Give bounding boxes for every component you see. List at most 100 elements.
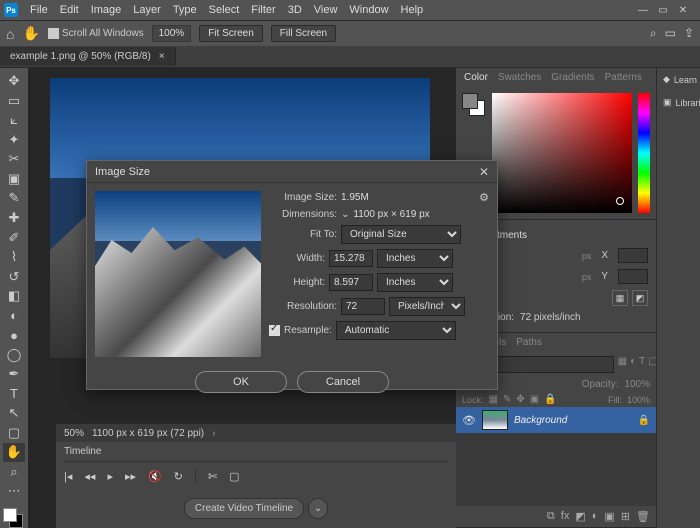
- tab-gradients[interactable]: Gradients: [551, 72, 594, 83]
- dialog-gear-icon[interactable]: ⚙: [479, 191, 489, 204]
- height-unit-select[interactable]: Inches: [377, 273, 453, 292]
- color-picker-field[interactable]: [492, 93, 632, 213]
- crop-tool-icon[interactable]: ✂: [3, 150, 25, 169]
- layer-lock-icon[interactable]: 🔒: [638, 415, 650, 426]
- filter-pixel-icon[interactable]: ▦: [618, 356, 627, 373]
- layer-group-icon[interactable]: ▣: [604, 510, 614, 523]
- height-input[interactable]: [329, 274, 373, 291]
- timeline-split-icon[interactable]: ✄: [208, 470, 217, 483]
- layer-adj-icon[interactable]: ◐: [592, 510, 599, 523]
- layer-row[interactable]: 👁 Background 🔒: [456, 407, 656, 433]
- frame-tool-icon[interactable]: ▣: [3, 170, 25, 189]
- path-tool-icon[interactable]: ↖: [3, 404, 25, 423]
- timeline-mute-icon[interactable]: 🔇: [148, 470, 162, 483]
- width-input[interactable]: [329, 250, 373, 267]
- menu-view[interactable]: View: [308, 4, 344, 16]
- lock-all-icon[interactable]: 🔒: [544, 394, 556, 405]
- eraser-tool-icon[interactable]: ◧: [3, 287, 25, 306]
- color-fg-bg-swatches[interactable]: [462, 93, 486, 117]
- x-input[interactable]: [618, 248, 648, 263]
- type-tool-icon[interactable]: T: [3, 385, 25, 404]
- layer-mask-icon[interactable]: ◩: [575, 510, 585, 523]
- pen-tool-icon[interactable]: ✒: [3, 365, 25, 384]
- layer-trash-icon[interactable]: 🗑: [636, 510, 650, 523]
- dialog-close-icon[interactable]: ✕: [479, 165, 489, 179]
- tab-paths[interactable]: Paths: [516, 337, 542, 348]
- resample-select[interactable]: Automatic: [336, 321, 456, 340]
- shape-tool-icon[interactable]: ▢: [3, 424, 25, 443]
- layer-link-icon[interactable]: ⧉: [547, 510, 555, 523]
- adj-icon-1[interactable]: ▦: [612, 290, 628, 306]
- cancel-button[interactable]: Cancel: [297, 371, 389, 393]
- color-swatches[interactable]: [3, 508, 25, 528]
- menu-filter[interactable]: Filter: [245, 4, 281, 16]
- layer-visibility-icon[interactable]: 👁: [462, 414, 476, 427]
- menu-3d[interactable]: 3D: [282, 4, 308, 16]
- tab-swatches[interactable]: Swatches: [498, 72, 541, 83]
- timeline-type-dropdown-icon[interactable]: ⌄: [308, 498, 328, 519]
- y-input[interactable]: [618, 269, 648, 284]
- width-unit-select[interactable]: Inches: [377, 249, 453, 268]
- ok-button[interactable]: OK: [195, 371, 287, 393]
- move-tool-icon[interactable]: ✥: [3, 72, 25, 91]
- eyedropper-tool-icon[interactable]: ✎: [3, 189, 25, 208]
- workspace-icon[interactable]: ▭: [665, 26, 676, 41]
- menu-file[interactable]: File: [24, 4, 54, 16]
- fit-screen-button[interactable]: Fit Screen: [199, 25, 263, 42]
- edit-toolbar-icon[interactable]: ⋯: [3, 482, 25, 501]
- tab-patterns[interactable]: Patterns: [605, 72, 642, 83]
- document-tab[interactable]: example 1.png @ 50% (RGB/8) ×: [0, 47, 176, 66]
- hand-tool-icon[interactable]: ✋: [22, 25, 39, 42]
- clone-tool-icon[interactable]: ⌇: [3, 248, 25, 267]
- marquee-tool-icon[interactable]: ▭: [3, 92, 25, 111]
- filter-adjust-icon[interactable]: ◐: [630, 356, 636, 373]
- timeline-loop-icon[interactable]: ↻: [174, 470, 183, 483]
- timeline-first-icon[interactable]: |◂: [64, 470, 72, 483]
- fill-screen-button[interactable]: Fill Screen: [271, 25, 336, 42]
- home-icon[interactable]: ⌂: [6, 26, 14, 42]
- window-minimize-icon[interactable]: —: [636, 3, 650, 17]
- lock-artboard-icon[interactable]: ▣: [530, 394, 539, 405]
- lasso-tool-icon[interactable]: ⟀: [3, 111, 25, 130]
- window-close-icon[interactable]: ✕: [676, 3, 690, 17]
- fill-value[interactable]: 100%: [627, 395, 650, 405]
- lock-paint-icon[interactable]: ✎: [503, 394, 511, 405]
- history-brush-icon[interactable]: ↺: [3, 267, 25, 286]
- layer-thumbnail[interactable]: [482, 410, 508, 430]
- hand-tool-icon-side[interactable]: ✋: [3, 443, 25, 462]
- resolution-unit-select[interactable]: Pixels/Inch: [389, 297, 465, 316]
- share-icon[interactable]: ⇪: [684, 26, 694, 41]
- filter-type-icon[interactable]: T: [639, 356, 645, 373]
- scroll-all-checkbox[interactable]: [48, 28, 59, 39]
- resample-checkbox[interactable]: [269, 325, 280, 336]
- fit-to-select[interactable]: Original Size: [341, 225, 461, 244]
- timeline-play-icon[interactable]: ▸: [107, 470, 113, 483]
- menu-image[interactable]: Image: [85, 4, 128, 16]
- dodge-tool-icon[interactable]: ◯: [3, 345, 25, 364]
- search-icon[interactable]: ⌕: [650, 26, 657, 41]
- create-video-timeline-button[interactable]: Create Video Timeline: [184, 498, 304, 519]
- dimensions-dropdown-icon[interactable]: ⌄: [341, 209, 349, 220]
- hue-strip[interactable]: [638, 93, 650, 213]
- timeline-transition-icon[interactable]: ▢: [229, 470, 239, 483]
- layer-name[interactable]: Background: [514, 415, 567, 426]
- adj-icon-2[interactable]: ◩: [632, 290, 648, 306]
- status-flyout-icon[interactable]: ›: [212, 428, 215, 439]
- menu-window[interactable]: Window: [343, 4, 394, 16]
- wand-tool-icon[interactable]: ✦: [3, 131, 25, 150]
- zoom-field[interactable]: 100%: [152, 25, 192, 42]
- menu-edit[interactable]: Edit: [54, 4, 85, 16]
- menu-select[interactable]: Select: [203, 4, 246, 16]
- layer-fx-icon[interactable]: fx: [561, 510, 570, 523]
- blur-tool-icon[interactable]: ●: [3, 326, 25, 345]
- opacity-value[interactable]: 100%: [624, 379, 650, 390]
- resolution-input[interactable]: [341, 298, 385, 315]
- libraries-panel-tab[interactable]: ▣Librari...: [657, 91, 700, 114]
- window-restore-icon[interactable]: ▭: [656, 3, 670, 17]
- tab-close-icon[interactable]: ×: [159, 51, 165, 62]
- menu-type[interactable]: Type: [167, 4, 203, 16]
- spot-heal-tool-icon[interactable]: ✚: [3, 209, 25, 228]
- menu-layer[interactable]: Layer: [127, 4, 167, 16]
- layer-new-icon[interactable]: ⊞: [621, 510, 630, 523]
- tab-color[interactable]: Color: [464, 72, 488, 83]
